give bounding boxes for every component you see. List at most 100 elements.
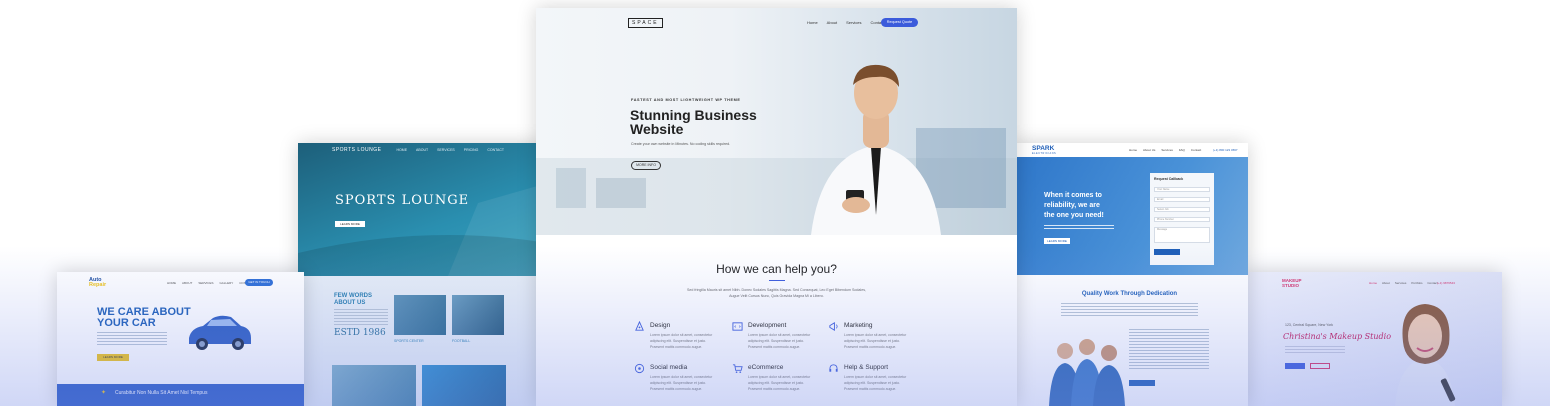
sports-logo[interactable]: SPORTS LOUNGE	[332, 147, 381, 153]
spark-logo[interactable]: SPARK ELECTRICIANS	[1032, 145, 1057, 156]
service-line: Lorem ipsum dolor sit amet, consectetur	[650, 333, 713, 337]
car-icon	[189, 315, 251, 350]
makeup-logo-line2: STUDIO	[1282, 283, 1300, 288]
service-name: Social media	[650, 364, 688, 371]
auto-repair-screenshot: AutoRepair HOME ABOUT SERVICES GALLERY C…	[57, 272, 304, 406]
auto-logo[interactable]: Auto Repair	[89, 277, 106, 288]
spark-services-button[interactable]	[1129, 380, 1155, 386]
spark-hero-line2: reliability, we are	[1044, 202, 1100, 209]
space-nav-about[interactable]: About	[827, 20, 837, 25]
spark-nav-about[interactable]: About Us	[1143, 148, 1155, 152]
makeup-phone[interactable]: (+1) 9876543	[1437, 281, 1455, 285]
cart-icon	[732, 364, 743, 373]
sports-learn-more-button[interactable]: LEARN MORE	[335, 221, 365, 227]
spark-phone[interactable]: (+1) 800 123 4567	[1213, 148, 1238, 152]
support-icon	[829, 364, 838, 372]
makeup-nav-about[interactable]: About	[1382, 281, 1390, 285]
callback-submit-button[interactable]	[1154, 249, 1180, 255]
wrench-icon: ✦	[101, 390, 107, 396]
callback-form-title: Request Callback	[1154, 177, 1184, 181]
sports-nav-contact[interactable]: CONTACT	[487, 148, 504, 152]
auto-strip-text: Curabitur Non Nulla Sit Amet Nisl Tempus	[115, 390, 208, 396]
space-nav-home[interactable]: Home	[807, 20, 818, 25]
makeup-address: 123, Central Square, New York	[1285, 323, 1334, 327]
spark-hero-button[interactable]: LEARN MORE	[1044, 238, 1070, 244]
sports-photo-2	[452, 295, 504, 335]
spark-hero-text	[1044, 225, 1114, 231]
sports-nav-home[interactable]: HOME	[397, 148, 408, 152]
service-line: Praesent mattis commodo augue.	[650, 345, 703, 349]
service-name: Marketing	[844, 322, 873, 329]
space-kicker: FASTEST AND MOST LIGHTWEIGHT WP THEME	[631, 98, 741, 102]
sports-nav-about[interactable]: ABOUT	[416, 148, 428, 152]
service-line: Praesent mattis commodo augue.	[748, 387, 801, 391]
electricians-photo	[1049, 339, 1125, 406]
makeup-logo[interactable]: MAKEUP STUDIO	[1282, 278, 1302, 288]
code-window-icon	[732, 322, 743, 331]
service-name: Design	[650, 322, 671, 329]
sports-about-text	[334, 309, 388, 325]
spark-services-text	[1129, 329, 1209, 371]
sports-tennis-photo	[332, 365, 416, 406]
service-line: Lorem ipsum dolor sit amet, consectetur	[748, 375, 811, 379]
service-line: adipiscing elit. Suspendisse et justo.	[844, 381, 901, 385]
auto-nav-about[interactable]: ABOUT	[182, 281, 192, 285]
makeup-nav-portfolio[interactable]: Portfolio	[1411, 281, 1422, 285]
sports-swim-photo	[422, 365, 506, 406]
service-line: Praesent mattis commodo augue.	[650, 387, 703, 391]
auto-cta-button[interactable]: GET IN TOUCH	[245, 279, 273, 286]
model-portrait	[1395, 304, 1456, 406]
megaphone-icon	[829, 322, 838, 331]
service-line: Lorem ipsum dolor sit amet, consectetur	[844, 333, 907, 337]
auto-learn-more-button[interactable]: LEARN MORE	[97, 354, 129, 361]
space-nav: Home About Services Contact	[807, 20, 884, 25]
sports-caption-1: SPORTS CENTER	[394, 339, 424, 343]
makeup-primary-button[interactable]	[1285, 363, 1305, 369]
form-job-select[interactable]: Select Job	[1154, 207, 1210, 212]
sports-nav-pricing[interactable]: PRICING	[464, 148, 479, 152]
service-line: Lorem ipsum dolor sit amet, consectetur	[650, 375, 713, 379]
service-line: Lorem ipsum dolor sit amet, consectetur	[748, 333, 811, 337]
makeup-nav-services[interactable]: Services	[1395, 281, 1407, 285]
auto-nav-services[interactable]: SERVICES	[198, 281, 213, 285]
spark-nav-contact[interactable]: Contact	[1191, 148, 1201, 152]
sports-hero: SPORTS LOUNGE HOME ABOUT SERVICES PRICIN…	[298, 143, 548, 276]
spark-electricians-screenshot: SPARK ELECTRICIANS Home About Us Services…	[1011, 143, 1248, 406]
space-theme-screenshot: SPACE Home About Services Contact Reques…	[536, 8, 1017, 406]
spark-nav-home[interactable]: Home	[1129, 148, 1137, 152]
makeup-studio-screenshot: MAKEUP STUDIO Home About Services Portfol…	[1247, 272, 1502, 406]
businessman-photo	[811, 64, 941, 235]
service-line: Praesent mattis commodo augue.	[748, 345, 801, 349]
auto-nav: HOME ABOUT SERVICES GALLERY CONTACT	[167, 281, 254, 285]
makeup-nav: Home About Services Portfolio Contact	[1369, 281, 1438, 285]
sports-lounge-screenshot: SPORTS LOUNGE HOME ABOUT SERVICES PRICIN…	[298, 143, 548, 406]
service-line: Praesent mattis commodo augue.	[844, 387, 897, 391]
auto-nav-home[interactable]: HOME	[167, 281, 176, 285]
space-headline: Stunning Business Website	[630, 107, 757, 137]
request-quote-button[interactable]: Request Quote	[881, 18, 918, 27]
space-logo[interactable]: SPACE	[628, 18, 663, 28]
service-name: Development	[748, 322, 787, 329]
service-line: Praesent mattis commodo augue.	[844, 345, 897, 349]
spark-nav-faq[interactable]: FAQ	[1179, 148, 1185, 152]
service-line: Lorem ipsum dolor sit amet, consectetur	[844, 375, 907, 379]
makeup-secondary-button[interactable]	[1310, 363, 1330, 369]
form-name-field[interactable]: Your Name	[1154, 187, 1210, 192]
spark-quality-text	[1061, 303, 1198, 317]
form-message-field[interactable]: Message	[1154, 227, 1210, 243]
form-email-field[interactable]: Email	[1154, 197, 1210, 202]
more-info-button[interactable]: MORE INFO	[631, 161, 661, 170]
makeup-text	[1285, 346, 1345, 354]
service-name: eCommerce	[748, 364, 784, 371]
spark-quality-title: Quality Work Through Dedication	[1081, 291, 1178, 297]
spark-nav-services[interactable]: Services	[1161, 148, 1173, 152]
auto-nav-gallery[interactable]: GALLERY	[219, 281, 233, 285]
makeup-nav-home[interactable]: Home	[1369, 281, 1377, 285]
service-line: adipiscing elit. Suspendisse et justo.	[650, 339, 707, 343]
service-line: adipiscing elit. Suspendisse et justo.	[844, 339, 901, 343]
spark-logo-sub: ELECTRICIANS	[1032, 152, 1057, 155]
space-nav-services[interactable]: Services	[846, 20, 861, 25]
sports-title: SPORTS LOUNGE	[335, 193, 470, 208]
sports-nav-services[interactable]: SERVICES	[437, 148, 455, 152]
form-phone-field[interactable]: Phone Number	[1154, 217, 1210, 222]
